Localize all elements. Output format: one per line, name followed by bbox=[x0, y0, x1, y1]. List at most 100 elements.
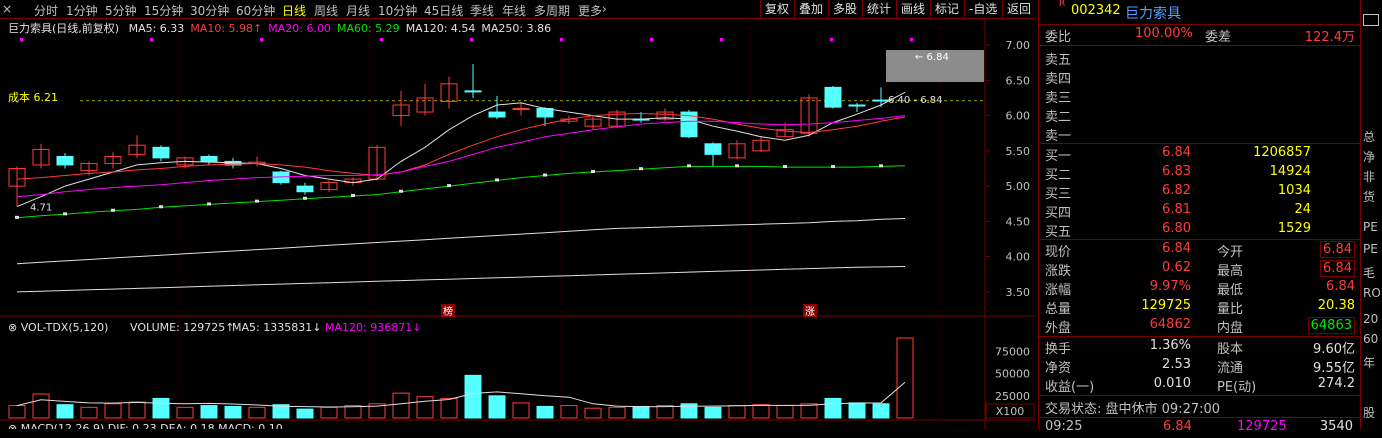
volume-bar bbox=[656, 405, 674, 419]
stat-row: 涨跌 0.62 最高 6.84 bbox=[1039, 260, 1361, 279]
volume-bar bbox=[56, 404, 74, 419]
period-tab-0[interactable]: 分时 bbox=[34, 2, 58, 19]
sell-level-row: 卖四 bbox=[1045, 72, 1072, 87]
period-tab-5[interactable]: 60分钟 bbox=[236, 2, 275, 19]
period-tab-1[interactable]: 1分钟 bbox=[66, 2, 98, 19]
signal-dot bbox=[910, 38, 913, 41]
volume-bar bbox=[728, 405, 746, 419]
ma60-dot bbox=[879, 164, 883, 168]
period-tab-12[interactable]: 年线 bbox=[502, 2, 526, 19]
ma60-dot bbox=[831, 165, 835, 169]
ma60-dot bbox=[687, 164, 691, 168]
volume-bar bbox=[872, 403, 890, 419]
ma-legend-item: MA10: 5.98↑ bbox=[190, 22, 263, 35]
candle-body bbox=[848, 104, 866, 107]
ma60-dot bbox=[63, 212, 67, 216]
ma-line-ma250 bbox=[16, 266, 906, 293]
tool-button-5[interactable]: 标记 bbox=[930, 0, 964, 18]
ma-legend-item: MA250: 3.86 bbox=[481, 22, 552, 35]
period-toolbar: × 分时 1分钟 5分钟 15分钟 30分钟 60分钟 日线 周线 月线 10分钟 45日线 季线 年线多… bbox=[0, 0, 1036, 19]
volume-bar bbox=[416, 396, 434, 419]
side-item: 毛 bbox=[1363, 266, 1376, 280]
period-tab-13[interactable]: 多周期 bbox=[534, 2, 570, 19]
period-tab-2[interactable]: 5分钟 bbox=[105, 2, 137, 19]
volume-bar bbox=[32, 393, 50, 419]
window-icon[interactable] bbox=[1363, 14, 1379, 26]
side-item: 年 bbox=[1363, 356, 1376, 370]
ma60-dot bbox=[255, 199, 259, 203]
candle-body bbox=[464, 90, 482, 93]
side-item: RO bbox=[1363, 286, 1381, 300]
side-item: 股 bbox=[1363, 406, 1376, 420]
signal-dot bbox=[830, 38, 833, 41]
volume-bar bbox=[704, 406, 722, 419]
stock-header: R 002342 巨力索具 bbox=[1059, 0, 1181, 22]
volume-bar bbox=[440, 397, 458, 419]
period-tab-4[interactable]: 30分钟 bbox=[190, 2, 229, 19]
candle-body bbox=[296, 185, 314, 193]
period-tab-3[interactable]: 15分钟 bbox=[144, 2, 183, 19]
period-tab-6[interactable]: 日线 bbox=[282, 2, 306, 19]
volume-bar bbox=[152, 397, 170, 419]
volume-tick-label: 25000 bbox=[995, 390, 1030, 403]
volume-bar bbox=[176, 406, 194, 419]
tool-button-4[interactable]: 画线 bbox=[896, 0, 930, 18]
volume-bar bbox=[248, 406, 266, 419]
separator bbox=[1039, 395, 1361, 396]
buy-level-row: 买一 6.84 1206857 bbox=[1045, 145, 1311, 164]
volume-bar bbox=[8, 405, 26, 419]
signal-dot bbox=[260, 38, 263, 41]
volume-bar bbox=[608, 406, 626, 419]
candle-body bbox=[512, 108, 530, 111]
signal-dot bbox=[380, 38, 383, 41]
volume-legend: MA5: 1335831↓ bbox=[232, 321, 321, 334]
buy-level-row: 买二 6.83 14924 bbox=[1045, 164, 1311, 183]
range-marker: 6.40 - 6.84 bbox=[888, 95, 943, 106]
signal-dot bbox=[560, 38, 563, 41]
ma60-dot bbox=[399, 189, 403, 193]
candle-body bbox=[872, 99, 890, 102]
period-tab-10[interactable]: 45日线 bbox=[424, 2, 463, 19]
close-icon[interactable]: × bbox=[2, 2, 12, 16]
ma-line-ma10 bbox=[16, 112, 906, 180]
volume-bar bbox=[80, 406, 98, 419]
chart-area[interactable]: 7.00 6.50 6.00 5.50 5.00 4.50 4.00 3.50 4.71 6.40… bbox=[0, 18, 1036, 429]
volume-bar bbox=[200, 405, 218, 419]
volume-bar bbox=[776, 405, 794, 419]
tool-button-7[interactable]: 返回 bbox=[1002, 0, 1036, 18]
volume-ma-line bbox=[16, 381, 906, 408]
period-tab-9[interactable]: 10分钟 bbox=[378, 2, 417, 19]
ma-legend-item: MA120: 4.54 bbox=[405, 22, 476, 35]
ma60-dot bbox=[495, 178, 499, 182]
tool-button-3[interactable]: 统计 bbox=[862, 0, 896, 18]
fin-row: 收益(一) 0.010 PE(动) 274.2 bbox=[1045, 376, 1355, 395]
tool-button-0[interactable]: 复权 bbox=[760, 0, 794, 18]
ma-legend-item: MA5: 6.33 bbox=[128, 22, 185, 35]
volume-bar bbox=[800, 403, 818, 419]
volume-bar bbox=[392, 392, 410, 419]
period-tab-14[interactable]: 更多 bbox=[578, 2, 602, 19]
volume-bar bbox=[104, 403, 122, 419]
side-item: 货 bbox=[1363, 190, 1376, 204]
separator bbox=[1039, 239, 1361, 240]
tool-button-6[interactable]: -自选 bbox=[964, 0, 1002, 18]
sell-level-row: 卖五 bbox=[1045, 53, 1072, 68]
period-tab-11[interactable]: 季线 bbox=[470, 2, 494, 19]
ma60-dot bbox=[207, 202, 211, 206]
volume-bar bbox=[584, 407, 602, 419]
period-tab-7[interactable]: 周线 bbox=[314, 2, 338, 19]
volume-bar bbox=[344, 405, 362, 419]
ma60-dot bbox=[591, 170, 595, 173]
fin-row: 换手 1.36% 股本 9.60亿 bbox=[1045, 338, 1355, 357]
candle-body bbox=[200, 155, 218, 162]
tool-button-2[interactable]: 多股 bbox=[828, 0, 862, 18]
ma-line-ma120 bbox=[16, 218, 906, 265]
more-arrow-icon[interactable]: › bbox=[602, 2, 607, 16]
ma-line-ma60 bbox=[16, 165, 906, 219]
order-ratio-row: 委比 100.00% 委差 122.4万 bbox=[1045, 26, 1355, 45]
badge-label: 涨 bbox=[805, 306, 815, 318]
fin-row: 净资 2.53 流通 9.55亿 bbox=[1045, 357, 1355, 376]
ma-legend-item: MA20: 6.00 bbox=[268, 22, 331, 35]
tool-button-1[interactable]: 叠加 bbox=[794, 0, 828, 18]
period-tab-8[interactable]: 月线 bbox=[346, 2, 370, 19]
